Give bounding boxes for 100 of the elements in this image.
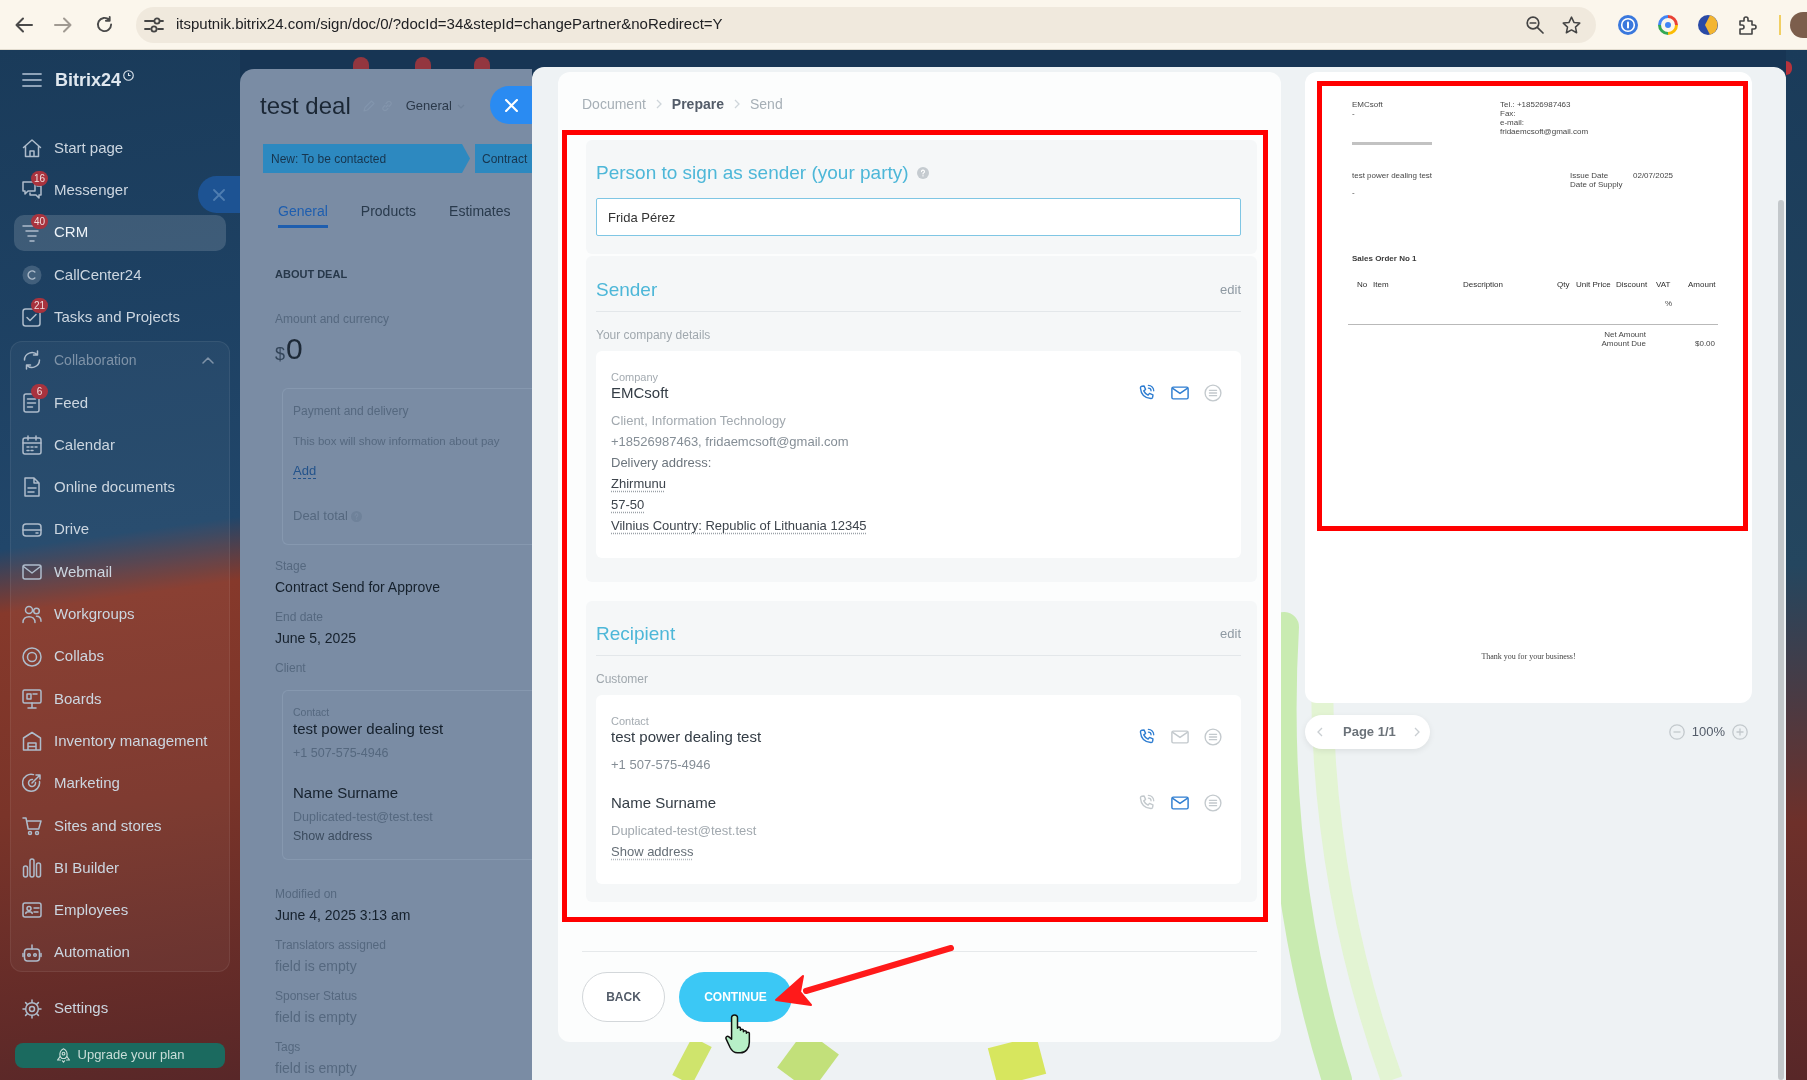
upgrade-button[interactable]: Upgrade your plan — [15, 1042, 225, 1068]
document-footer-text: Thank you for your business! — [1481, 652, 1576, 662]
caret-icon[interactable] — [202, 357, 214, 364]
scrollbar[interactable] — [1778, 200, 1784, 1080]
sidebar-item[interactable]: Webmail — [14, 553, 123, 590]
document-text: EMCsoft — [1352, 100, 1383, 109]
deal-tab[interactable]: Products — [360, 199, 417, 228]
sidebar-item[interactable]: BI Builder — [14, 850, 130, 887]
deal-tab[interactable]: Estimates — [449, 199, 511, 228]
split-circle-icon[interactable] — [1698, 14, 1718, 35]
sidebar-item[interactable]: Automation — [14, 934, 140, 971]
sidebar-item[interactable]: 21 Tasks and Projects — [14, 299, 190, 336]
sidebar-group-header[interactable]: Collaboration — [14, 342, 226, 379]
field-label: Company — [611, 371, 659, 383]
sidebar-item[interactable]: Inventory management — [14, 723, 218, 760]
sidebar-item[interactable]: Online documents — [14, 469, 185, 506]
sidebar-item[interactable]: 16 Messenger — [14, 172, 139, 209]
party-name: EMCsoft — [611, 383, 669, 403]
section-heading: ABOUT DEAL — [275, 267, 349, 281]
puzzle-icon[interactable] — [1738, 14, 1758, 35]
chat-icon[interactable] — [1204, 384, 1222, 402]
close-button[interactable] — [198, 176, 240, 213]
target-arrow-icon — [22, 773, 42, 794]
notification-badge: 16 — [31, 171, 49, 187]
sidebar-item[interactable]: Collabs — [14, 638, 115, 675]
phone-icon[interactable] — [1138, 384, 1156, 402]
breadcrumb-step[interactable]: Prepare — [671, 93, 724, 115]
address-link[interactable]: Zhirmunu — [611, 473, 666, 494]
detail-text: Duplicated-test@test.test — [611, 822, 757, 840]
signer-field[interactable]: Frida Pérez — [596, 198, 1241, 236]
sidebar-item[interactable]: Drive — [14, 511, 99, 548]
document-text: Amount Due — [1600, 339, 1646, 348]
sidebar-item[interactable]: 6 Feed — [14, 384, 99, 421]
document-title: Sales Order No 1 — [1352, 254, 1418, 264]
back-button[interactable]: BACK — [582, 972, 665, 1022]
sidebar-item[interactable]: Start page — [14, 130, 134, 166]
checkbox-icon — [22, 307, 42, 328]
close-icon[interactable] — [213, 188, 225, 201]
amount-value: 0 — [286, 332, 303, 366]
column-header: No — [1357, 280, 1369, 289]
zoom-icon[interactable] — [1526, 15, 1544, 34]
sidebar-item[interactable]: Sites and stores — [14, 807, 172, 844]
section-subtitle: Customer — [596, 671, 649, 687]
sidebar-item[interactable]: 40 CRM — [14, 214, 226, 251]
envelope-icon[interactable] — [1171, 794, 1189, 812]
envelope-icon[interactable] — [1171, 384, 1189, 402]
notification-badge: 21 — [31, 298, 49, 314]
menu-icon[interactable] — [22, 72, 42, 88]
section-title: Sender — [596, 279, 658, 301]
avatar-icon[interactable] — [1790, 11, 1807, 38]
document-text: % — [1665, 299, 1673, 308]
address-link[interactable]: Vilnius Country: Republic of Lithuania 12345 — [611, 515, 867, 536]
site-settings-icon[interactable] — [144, 16, 164, 33]
chevron-left-icon[interactable] — [1317, 727, 1323, 737]
contact-name: Name Surname — [293, 784, 399, 802]
settings-item[interactable]: Settings — [14, 990, 119, 1027]
forward-icon[interactable] — [54, 16, 72, 33]
reload-icon[interactable] — [96, 16, 113, 33]
cycle-arrows-icon — [22, 350, 42, 371]
board-icon — [22, 688, 42, 709]
show-address-link[interactable]: Show address — [611, 841, 694, 862]
document-text: Net Amount — [1603, 330, 1646, 339]
zoom-level: 100% — [1691, 723, 1725, 742]
back-icon[interactable] — [15, 16, 33, 33]
url-text[interactable]: itsputnik.bitrix24.com/sign/doc/0/?docId=34&stepId=changePartner&noRedirect=Y — [176, 13, 723, 36]
chat-icon[interactable] — [1204, 794, 1222, 812]
bar-chart-icon — [22, 858, 42, 879]
chevron-right-icon[interactable] — [1413, 727, 1420, 737]
chat-bubbles-icon — [22, 180, 42, 201]
stage-chip[interactable]: New: To be contacted — [263, 144, 470, 173]
detail-text: +1 507-575-4946 — [611, 756, 711, 774]
party-name: Name Surname — [611, 793, 717, 813]
sidebar-item[interactable]: Boards — [14, 680, 112, 717]
phone-icon[interactable] — [1138, 728, 1156, 746]
column-header: Discount — [1616, 280, 1649, 289]
close-button[interactable] — [490, 86, 532, 124]
address-bar[interactable]: itsputnik.bitrix24.com/sign/doc/0/?docId=34&stepId=changePartner&noRedirect=Y — [136, 6, 1596, 43]
column-header: Unit Price — [1576, 280, 1612, 289]
robot-icon — [22, 942, 42, 963]
document-text: $0.00 — [1695, 339, 1716, 348]
address-link[interactable]: 57-50 — [611, 494, 645, 515]
sidebar-item[interactable]: Workgroups — [14, 596, 145, 633]
chat-icon[interactable] — [1204, 728, 1222, 746]
column-header: Amount — [1688, 280, 1717, 289]
page-indicator: Page 1/1 — [1343, 723, 1396, 742]
document-text: - — [1352, 188, 1355, 197]
category-dropdown[interactable]: General — [405, 96, 465, 116]
stage-chip[interactable]: Contract — [475, 144, 532, 173]
circle-icon — [22, 264, 42, 285]
sidebar-item[interactable]: Employees — [14, 892, 139, 929]
sidebar-item[interactable]: Marketing — [14, 765, 130, 802]
sidebar-item[interactable]: Calendar — [14, 427, 125, 464]
star-icon[interactable] — [1562, 15, 1581, 34]
document-text: e-mail: — [1500, 118, 1524, 127]
field-value: June 5, 2025 — [275, 629, 356, 647]
document-text: Tel.: +18526987463 — [1500, 100, 1571, 109]
ring-icon[interactable] — [1618, 14, 1638, 35]
section-subtitle: Your company details — [596, 327, 712, 343]
sidebar-item[interactable]: CallCenter24 — [14, 256, 152, 293]
segmented-ring-icon[interactable] — [1658, 14, 1678, 35]
